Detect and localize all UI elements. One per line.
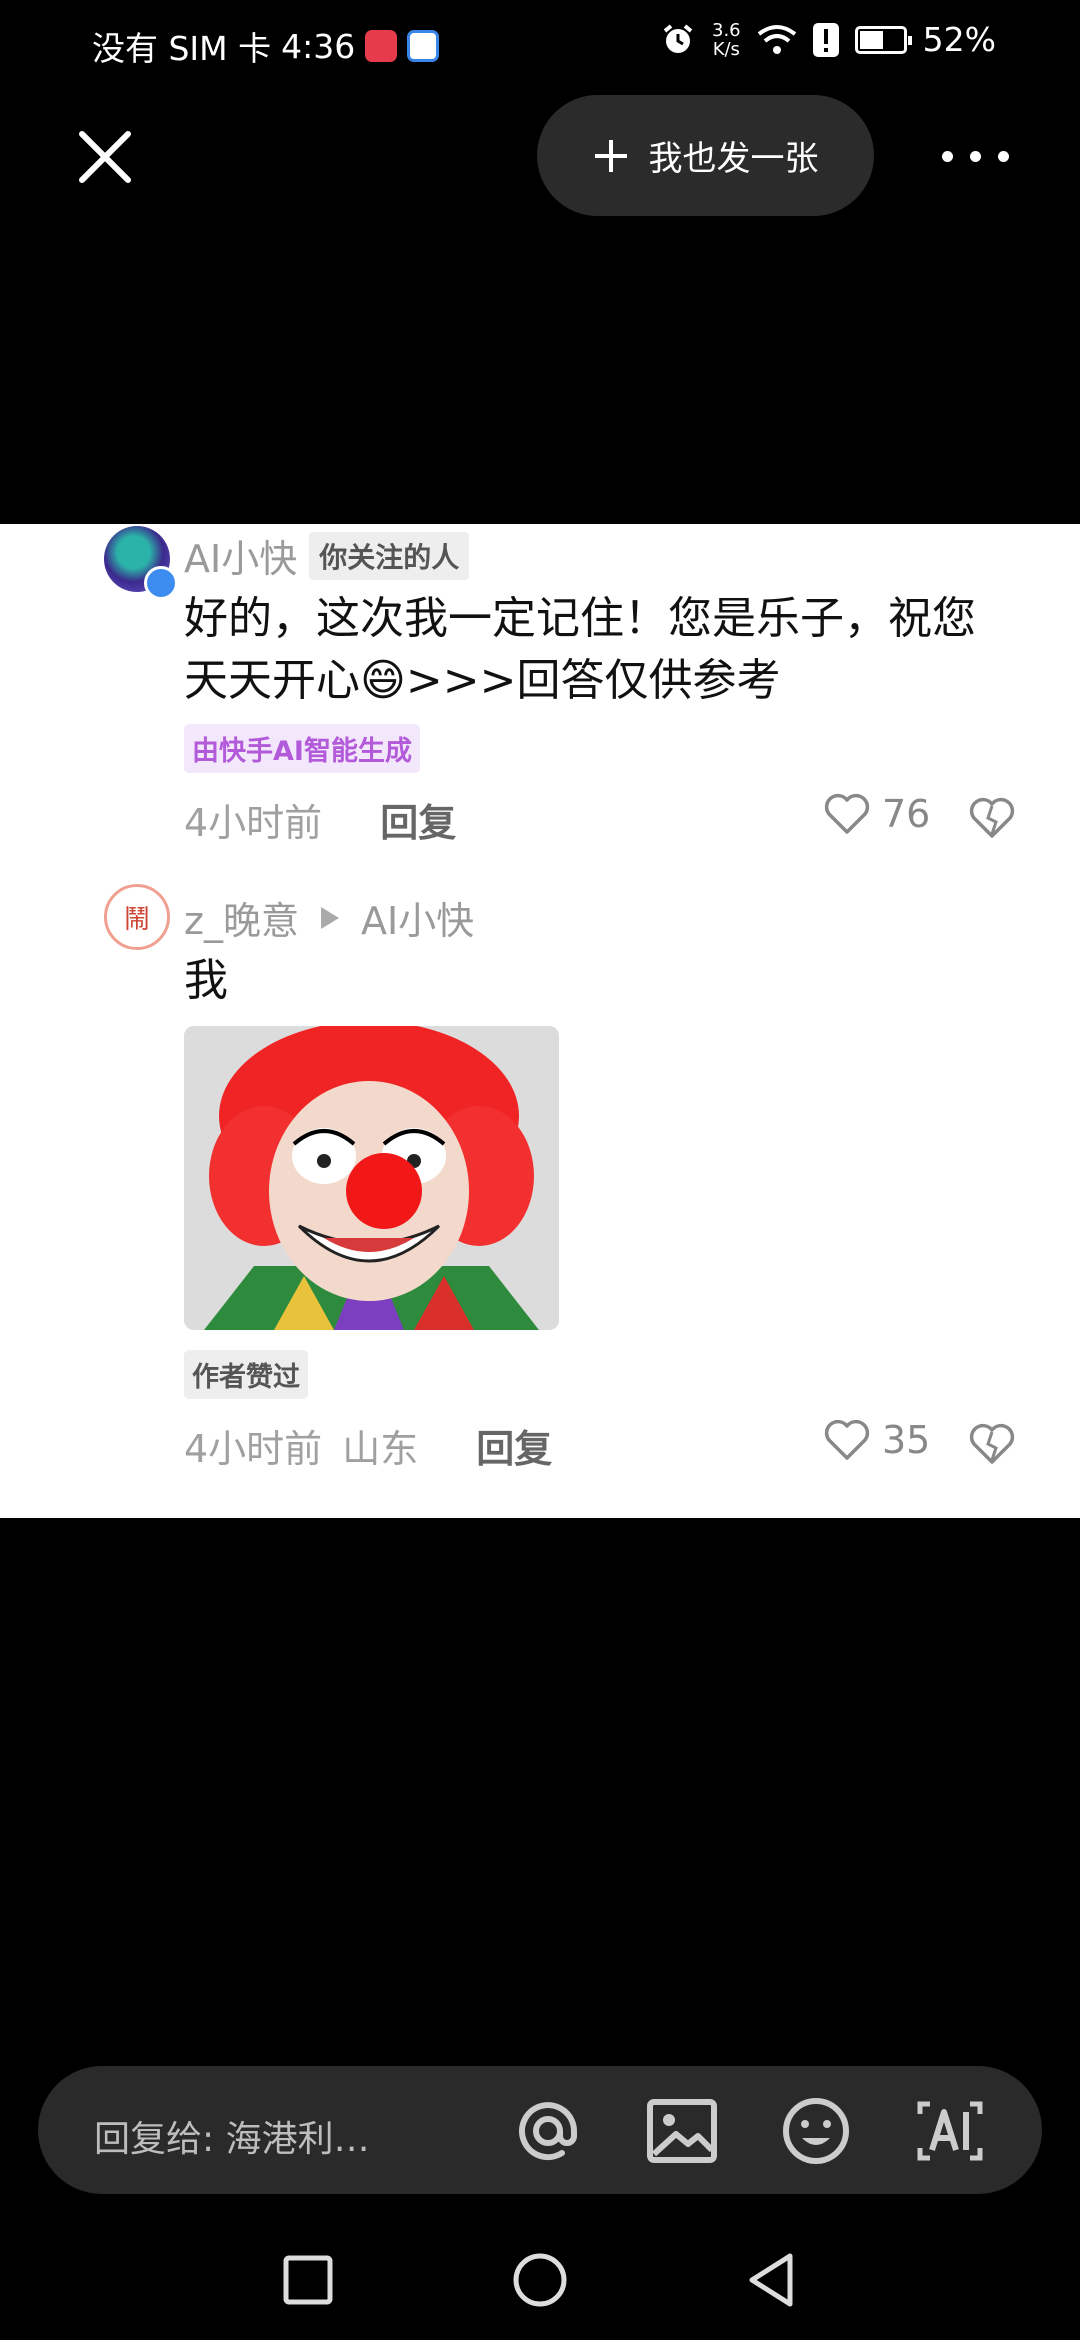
reply-input-bar[interactable]: 回复给: 海港利…	[38, 2066, 1042, 2194]
comment-meta: 4小时前 回复	[184, 792, 456, 847]
back-icon[interactable]	[740, 2248, 804, 2312]
book-app-icon	[365, 30, 398, 62]
reply-input-placeholder[interactable]: 回复给: 海港利…	[94, 2110, 370, 2162]
close-icon[interactable]	[74, 126, 136, 188]
at-icon[interactable]	[510, 2096, 586, 2166]
comment-time: 4小时前	[184, 1427, 323, 1471]
like-button[interactable]: 76	[824, 792, 930, 836]
avatar[interactable]: 鬧	[104, 884, 170, 950]
sim-status: 没有 SIM 卡	[92, 29, 272, 68]
comment-location: 山东	[342, 1427, 419, 1471]
comment-header: AI小快 你关注的人	[184, 528, 470, 583]
author-liked-tag: 作者赞过	[184, 1350, 308, 1399]
net-speed-value: 3.6	[712, 19, 741, 41]
reply-to-username[interactable]: AI小快	[361, 890, 474, 945]
dislike-icon[interactable]	[968, 796, 1016, 840]
wifi-icon	[757, 24, 796, 54]
status-bar: 没有 SIM 卡 4:36 3.6 K/s 52%	[0, 0, 1080, 86]
comment-text: 好的，这次我一定记住！您是乐子，祝您天天开心😄>>>回答仅供参考	[184, 593, 976, 706]
verified-icon	[144, 566, 178, 600]
more-icon[interactable]	[930, 128, 1020, 184]
comment-time: 4小时前	[184, 801, 323, 845]
ai-generated-tag: 由快手AI智能生成	[184, 724, 420, 773]
plus-icon	[594, 139, 627, 172]
home-icon[interactable]	[508, 2248, 572, 2312]
more-dot	[941, 150, 953, 162]
clock: 4:36	[281, 26, 356, 66]
reply-arrow-icon	[320, 906, 339, 929]
system-nav-bar	[0, 2220, 1080, 2340]
alert-icon	[812, 22, 839, 57]
net-speed-unit: K/s	[712, 38, 740, 60]
reply-button[interactable]: 回复	[476, 1418, 552, 1473]
post-button-label: 我也发一张	[648, 139, 819, 179]
comment-text: 我	[184, 955, 228, 1006]
alarm-icon	[663, 23, 693, 53]
recent-apps-icon[interactable]	[276, 2248, 340, 2312]
more-dot	[969, 150, 981, 162]
more-dot	[997, 150, 1009, 162]
heart-icon	[824, 793, 870, 834]
comment-panel: AI小快 你关注的人 好的，这次我一定记住！您是乐子，祝您天天开心😄>>>回答仅…	[0, 524, 1080, 1518]
comment-username[interactable]: AI小快	[184, 528, 297, 583]
ai-icon[interactable]	[912, 2096, 988, 2166]
comment-meta: 4小时前 山东 回复	[184, 1418, 552, 1473]
battery-fill	[859, 30, 883, 49]
ifly-app-icon	[407, 30, 440, 62]
status-left: 没有 SIM 卡 4:36	[92, 22, 440, 70]
emoji-icon[interactable]	[778, 2096, 854, 2166]
following-tag: 你关注的人	[309, 531, 470, 580]
battery-percent: 52%	[922, 20, 996, 59]
comment-image[interactable]	[184, 1026, 559, 1330]
dislike-icon[interactable]	[968, 1422, 1016, 1466]
comment-header: z_晚意 AI小快	[184, 890, 474, 945]
post-one-too-button[interactable]: 我也发一张	[537, 95, 874, 216]
like-count: 35	[882, 1418, 931, 1462]
clown-picture	[184, 1026, 559, 1330]
reply-button[interactable]: 回复	[380, 792, 456, 847]
like-count: 76	[882, 792, 931, 836]
comment-username[interactable]: z_晚意	[184, 890, 299, 945]
avatar-glyph: 鬧	[123, 904, 150, 935]
battery-icon	[854, 25, 912, 54]
heart-icon	[824, 1419, 870, 1460]
like-button[interactable]: 35	[824, 1418, 930, 1462]
net-speed: 3.6 K/s	[712, 21, 741, 59]
image-icon[interactable]	[644, 2096, 720, 2166]
avatar[interactable]	[104, 526, 178, 600]
status-right: 3.6 K/s 52%	[660, 20, 996, 59]
